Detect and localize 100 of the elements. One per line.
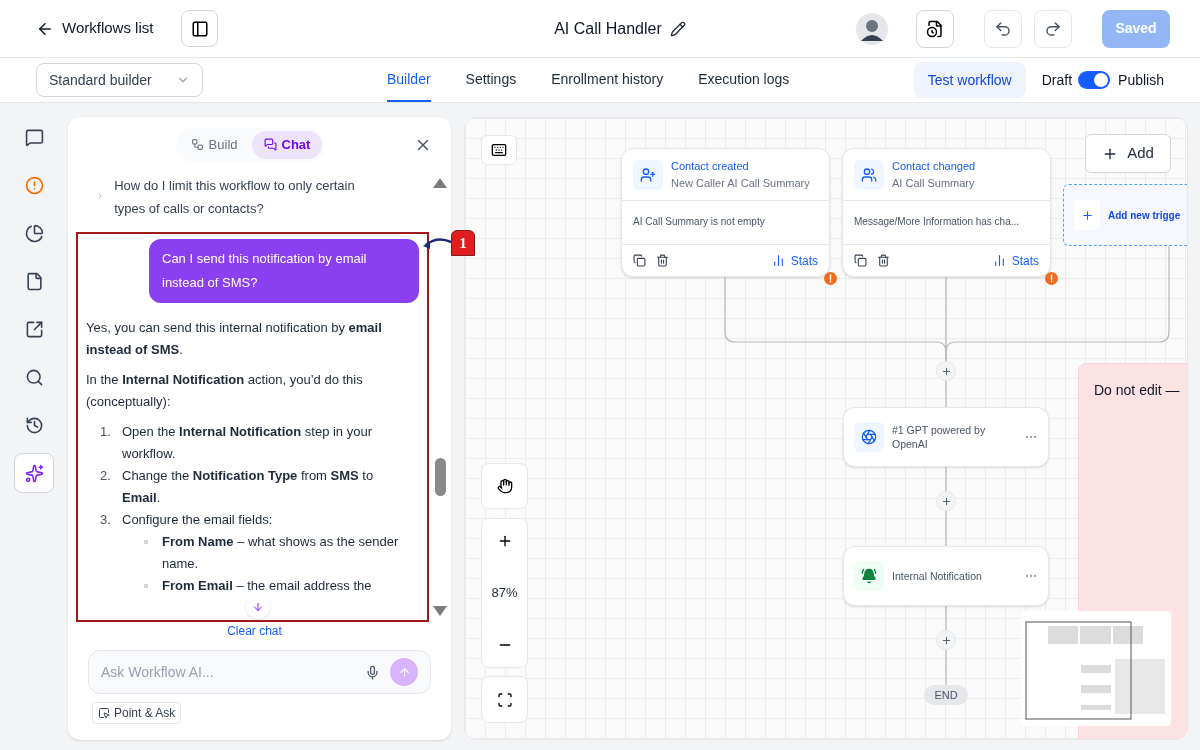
action-node[interactable]: Internal Notification [843,546,1049,606]
trigger-title: Contact created [671,158,750,174]
stats-button[interactable]: Stats [992,251,1039,270]
scroll-down-icon[interactable] [433,606,447,616]
action-node[interactable]: #1 GPT powered by OpenAI [843,407,1049,467]
fit-screen-icon [496,691,513,708]
search-icon [24,367,44,387]
panel-icon [190,19,209,38]
list-number: 2. [100,467,112,485]
bullet [144,540,148,544]
workflow-icon [190,138,204,151]
add-step-button[interactable] [936,361,956,381]
bullet [144,584,148,588]
copy-icon[interactable] [633,254,646,267]
chat-icon [24,127,44,147]
list-item-text: From Email – the email address the [162,577,373,595]
list-number: 3. [100,511,112,529]
builder-select[interactable]: Standard builder [36,63,203,97]
bar-chart-icon [771,254,785,267]
list-item-text: From Name – what shows as the sender name. [162,533,400,573]
connector-line [945,380,947,408]
mode-tab[interactable]: Build [178,130,250,159]
suggested-question[interactable]: How do I limit this workflow to only certain types of calls or contacts? [114,174,381,220]
keyboard-icon [491,142,507,158]
external-link-icon [24,319,44,339]
workflow-title: AI Call Handler [554,18,662,39]
tab[interactable]: Enrollment history [551,58,664,102]
stats-button[interactable]: Stats [771,251,818,270]
file-icon [24,271,44,291]
redo-icon [1044,19,1062,38]
end-marker: END [924,685,968,705]
list-item-text: Open the Internal Notification step in your workflow. [122,423,373,463]
users-icon [861,166,877,183]
back-link[interactable]: Workflows list [36,17,154,40]
trigger-subtitle: AI Call Summary [892,175,976,191]
point-and-ask-button[interactable]: Point & Ask [92,702,182,724]
redo-button[interactable] [1034,9,1072,48]
zoom-level: 87% [491,584,518,603]
trigger-card[interactable]: Contact created New Caller AI Call Summary AI Call Summary is not empty Stats [621,148,830,277]
assistant-paragraph: Yes, you can send this internal notification by email instead of SMS. [86,319,383,359]
add-button[interactable]: Add [1085,134,1171,173]
trigger-condition: AI Call Summary is not empty [633,216,765,227]
chat-input-box[interactable]: Ask Workflow AI... [88,650,431,694]
plus-icon [1080,208,1094,222]
trash-icon[interactable] [656,254,669,267]
copy-icon[interactable] [854,254,867,267]
publish-toggle[interactable] [1078,71,1111,89]
add-step-button[interactable] [936,491,956,511]
undo-button[interactable] [984,9,1022,48]
trigger-card[interactable]: Contact changed AI Call Summary Message/More Information has cha... Stats [842,148,1051,277]
annotation-marker: 1 [451,230,475,256]
action-title: Internal Notification [892,569,983,583]
history-icon [24,415,44,435]
pie-chart-icon [24,223,44,243]
action-title: #1 GPT powered by OpenAI [892,423,987,451]
mode-tab[interactable]: Chat [251,130,323,159]
sidebar-toggle-button[interactable] [181,10,219,47]
trigger-subtitle: New Caller AI Call Summary [671,175,810,191]
plus-icon [940,634,952,646]
edit-icon[interactable] [669,20,686,37]
hand-icon [496,478,513,494]
trigger-condition: Message/More Information has cha... [854,216,1020,227]
undo-icon [994,19,1012,38]
scroll-up-icon[interactable] [433,178,447,188]
alert-icon [24,175,44,195]
user-message: Can I send this notification by email instead of SMS? [149,239,419,303]
microphone-icon[interactable] [365,664,380,680]
tab[interactable]: Builder [387,58,431,102]
assistant-paragraph: In the Internal Notification action, you’d do this (conceptually): [86,371,364,411]
clear-chat-link[interactable]: Clear chat [227,622,282,640]
sparkles-icon [24,463,44,483]
list-item-text: Configure the email fields: [122,511,274,529]
publish-label: Publish [1118,70,1164,90]
pan-tool-button[interactable] [481,463,528,509]
trash-icon[interactable] [877,254,890,267]
user-plus-icon [640,166,656,183]
list-number: 1. [100,423,112,441]
plus-icon [940,365,952,377]
avatar[interactable] [856,12,888,45]
plus-icon [940,495,952,507]
message-input-field[interactable]: Ask Workflow AI... [101,661,365,683]
trigger-title: Contact changed [892,158,976,174]
add-step-button[interactable] [936,630,956,650]
scrollbar-thumb[interactable] [434,458,446,496]
history-button[interactable] [916,9,954,48]
rail-item[interactable] [14,453,54,493]
annotation-arrow [423,236,453,250]
aperture-icon [861,429,877,445]
tab[interactable]: Settings [465,58,517,102]
arrow-down-icon [252,601,264,613]
keyboard-button[interactable] [481,135,517,165]
tab[interactable]: Execution logs [698,58,790,102]
list-item-text: Change the Notification Type from SMS to Email. [122,467,375,507]
document-icon [926,19,944,38]
draft-label: Draft [1041,70,1073,90]
add-trigger-button[interactable]: Add new trigge [1063,184,1187,246]
arrow-up-icon [397,665,411,679]
chat-icon [263,138,277,151]
test-workflow-button[interactable]: Test workflow [913,62,1026,98]
bar-chart-icon [992,254,1006,267]
